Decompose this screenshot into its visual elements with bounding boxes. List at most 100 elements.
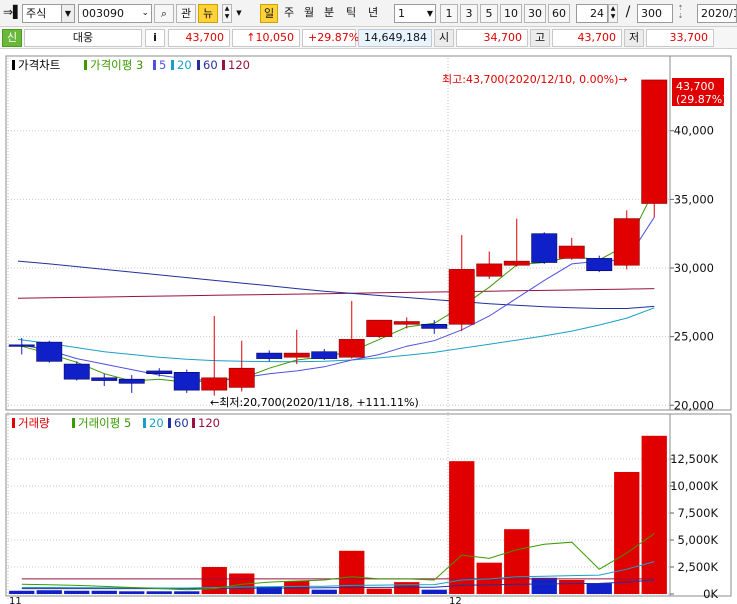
- market-select[interactable]: 주식 ▼: [22, 4, 75, 23]
- interval-select-value: 1: [398, 7, 405, 20]
- period-week-button[interactable]: 주: [280, 4, 298, 23]
- news-button[interactable]: 뉴: [198, 4, 218, 23]
- total-count-input[interactable]: 300: [637, 4, 673, 23]
- chart-canvas[interactable]: 40,000 35,000 30,000 25,000 20,000 12,500K 10…: [0, 52, 737, 604]
- stock-code-input[interactable]: 003090 ⌄: [78, 4, 152, 23]
- date-input[interactable]: 2020/1: [697, 4, 737, 23]
- price-change: ↑10,050: [232, 29, 300, 47]
- volume-bar: [559, 579, 585, 594]
- market-select-value: 주식: [26, 7, 47, 20]
- volume-bar: [119, 591, 145, 594]
- stock-spinner[interactable]: ▲ ▼: [222, 4, 232, 23]
- interval-1-button[interactable]: 1: [440, 4, 458, 23]
- candle-body: [256, 352, 283, 359]
- period-month-button[interactable]: 월: [300, 4, 318, 23]
- legend-vol-ma120[interactable]: 120: [198, 416, 220, 430]
- price-tick-label: 20,000: [674, 398, 714, 412]
- current-price-tag-value: 43,700: [676, 80, 715, 93]
- legend-ma3[interactable]: 가격이평 3: [90, 58, 143, 72]
- price-tick-label: 40,000: [674, 124, 714, 138]
- trade-volume: 14,649,184: [358, 29, 432, 47]
- legend-vol-ma60[interactable]: 60: [174, 416, 189, 430]
- legend-marker: [143, 418, 146, 428]
- volume-bar: [531, 577, 557, 594]
- volume-tick-label: 5,000K: [678, 533, 719, 547]
- interval-10-button[interactable]: 10: [500, 4, 522, 23]
- chevron-down-icon[interactable]: ▼: [427, 5, 433, 22]
- volume-bar: [64, 590, 90, 594]
- volume-tick-label: 7,500K: [678, 506, 719, 520]
- info-button[interactable]: i: [145, 29, 165, 47]
- dock-icon[interactable]: ⇒▌: [3, 4, 22, 23]
- legend-price-chart[interactable]: 가격차트: [18, 58, 60, 72]
- quote-bar: 신 대웅 i 43,700 ↑10,050 +29.87% 14,649,184…: [0, 27, 737, 49]
- legend-marker: [197, 60, 200, 70]
- chevron-down-icon[interactable]: ⌄: [141, 5, 149, 22]
- candle-body: [118, 378, 145, 384]
- low-label: 저: [624, 29, 644, 47]
- interval-select[interactable]: 1 ▼: [394, 4, 436, 23]
- chevron-down-icon[interactable]: ▼: [234, 4, 244, 23]
- watchlist-button[interactable]: 관: [176, 4, 196, 23]
- period-day-button[interactable]: 일: [260, 4, 278, 23]
- volume-tick-label: 0K: [703, 587, 718, 601]
- price-change-pct: +29.87%: [302, 29, 359, 47]
- search-icon: ⌕: [160, 7, 168, 20]
- toolbar: ⇒▌ 주식 ▼ 003090 ⌄ ⌕ 관 뉴 ▲ ▼ ▼ 일 주 월 분 틱 년 …: [0, 0, 737, 27]
- volume-bar: [586, 583, 612, 594]
- total-spinner[interactable]: ⇡ ⇣: [674, 4, 687, 23]
- candle-body: [63, 363, 90, 380]
- search-button[interactable]: ⌕: [154, 4, 174, 23]
- candle-body: [338, 339, 365, 358]
- chevron-down-icon[interactable]: ▼: [61, 5, 74, 22]
- period-minute-button[interactable]: 분: [320, 4, 338, 23]
- x-tick-label: 11: [9, 596, 22, 604]
- x-tick-label: 12: [449, 596, 462, 604]
- period-year-button[interactable]: 년: [364, 4, 382, 23]
- candle-body: [228, 367, 255, 388]
- price-tick-label: 35,000: [674, 192, 714, 206]
- legend-marker: [12, 418, 15, 428]
- interval-60-button[interactable]: 60: [548, 4, 570, 23]
- volume-bar: [614, 471, 640, 594]
- interval-3-button[interactable]: 3: [460, 4, 478, 23]
- slash-separator: /: [625, 4, 631, 20]
- legend-ma20[interactable]: 20: [177, 58, 192, 72]
- legend-marker: [168, 418, 171, 428]
- candle-body: [146, 370, 173, 374]
- low-annotation: ←최저:20,700(2020/11/18, +111.11%): [210, 396, 419, 409]
- legend-vol-ma20[interactable]: 20: [149, 416, 164, 430]
- price-tick-label: 30,000: [674, 261, 714, 275]
- legend-marker: [153, 60, 156, 70]
- candle-body: [201, 377, 228, 391]
- volume-bar: [9, 590, 35, 594]
- legend-volume[interactable]: 거래량: [18, 416, 50, 430]
- candle-body: [311, 351, 338, 359]
- volume-bar: [146, 591, 172, 594]
- candle-body: [366, 319, 393, 337]
- interval-5-button[interactable]: 5: [480, 4, 498, 23]
- current-price-tag-pct: (29.87%): [676, 93, 727, 106]
- volume-bar: [36, 590, 62, 594]
- interval-30-button[interactable]: 30: [524, 4, 546, 23]
- legend-ma60[interactable]: 60: [203, 58, 218, 72]
- stock-code-value: 003090: [82, 7, 124, 20]
- candle-body: [586, 258, 613, 272]
- low-price: 33,700: [646, 29, 714, 47]
- current-price: 43,700: [168, 29, 230, 47]
- candle-body: [448, 269, 475, 325]
- chart-area[interactable]: 40,000 35,000 30,000 25,000 20,000 12,500K 10…: [0, 52, 737, 604]
- legend-ma120[interactable]: 120: [228, 58, 250, 72]
- volume-bar: [201, 567, 227, 594]
- period-tick-button[interactable]: 틱: [342, 4, 360, 23]
- price-tick-label: 25,000: [674, 330, 714, 344]
- legend-ma5[interactable]: 5: [159, 58, 166, 72]
- high-label: 고: [530, 29, 550, 47]
- zoom-spinner[interactable]: ▲ ▼: [608, 4, 618, 23]
- candle-body: [8, 344, 35, 347]
- zoom-input[interactable]: 24: [576, 4, 608, 23]
- legend-vol-ma5[interactable]: 거래이평 5: [78, 416, 131, 430]
- legend-marker: [72, 418, 75, 428]
- volume-bar: [366, 588, 392, 594]
- candle-body: [476, 263, 503, 277]
